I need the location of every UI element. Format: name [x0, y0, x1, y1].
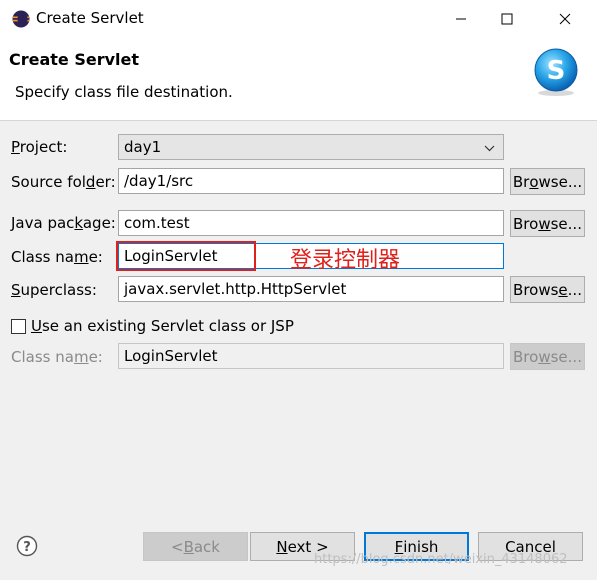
page-subtitle: Specify class file destination. — [15, 83, 233, 101]
eclipse-icon — [12, 10, 30, 28]
svg-text:S: S — [547, 56, 566, 86]
existing-class-name-label: Class name: — [11, 348, 103, 366]
source-folder-value: /day1/src — [124, 172, 194, 190]
annotation-highlight-box — [116, 241, 256, 271]
use-existing-checkbox[interactable] — [11, 319, 26, 334]
existing-class-name-input[interactable]: LoginServlet — [118, 343, 504, 369]
wizard-header: Create Servlet Specify class file destin… — [0, 38, 597, 121]
existing-class-name-value: LoginServlet — [124, 347, 218, 365]
chevron-down-icon — [484, 135, 495, 159]
project-label: Project: — [11, 138, 68, 156]
minimize-button[interactable] — [438, 0, 484, 38]
project-combo[interactable]: day1 — [118, 134, 504, 160]
existing-class-browse-button[interactable]: Bro w se... — [510, 343, 585, 370]
superclass-label: Superclass: — [11, 281, 97, 299]
source-folder-input[interactable]: /day1/src — [118, 168, 504, 194]
help-icon[interactable]: ? — [16, 535, 38, 557]
java-package-label: Java package: — [11, 214, 116, 232]
window-title: Create Servlet — [36, 9, 144, 27]
project-value: day1 — [124, 138, 162, 156]
source-folder-label: Source folder: — [11, 173, 116, 191]
superclass-browse-button[interactable]: Brows e... — [510, 276, 585, 303]
source-folder-browse-button[interactable]: Br o wse... — [510, 168, 585, 195]
java-package-value: com.test — [124, 214, 190, 232]
superclass-input[interactable]: javax.servlet.http.HttpServlet — [118, 276, 504, 302]
page-title: Create Servlet — [9, 50, 140, 69]
superclass-value: javax.servlet.http.HttpServlet — [124, 280, 347, 298]
close-button[interactable] — [542, 0, 588, 38]
back-button[interactable]: < Back — [143, 532, 248, 561]
watermark: https://blog.csdn.net/weixin_43148062 — [314, 552, 568, 567]
maximize-icon — [501, 13, 513, 25]
minimize-icon — [456, 18, 466, 20]
close-icon — [559, 13, 571, 25]
svg-text:?: ? — [23, 540, 31, 555]
servlet-s-logo: S — [534, 48, 578, 96]
annotation-text: 登录控制器 — [290, 248, 401, 273]
java-package-input[interactable]: com.test — [118, 210, 504, 236]
class-name-label: Class name: — [11, 248, 103, 266]
java-package-browse-button[interactable]: Bro w se... — [510, 210, 585, 237]
title-bar: Create Servlet — [0, 0, 597, 38]
use-existing-label[interactable]: Use an existing Servlet class or JSP — [31, 317, 294, 335]
maximize-button[interactable] — [484, 0, 530, 38]
